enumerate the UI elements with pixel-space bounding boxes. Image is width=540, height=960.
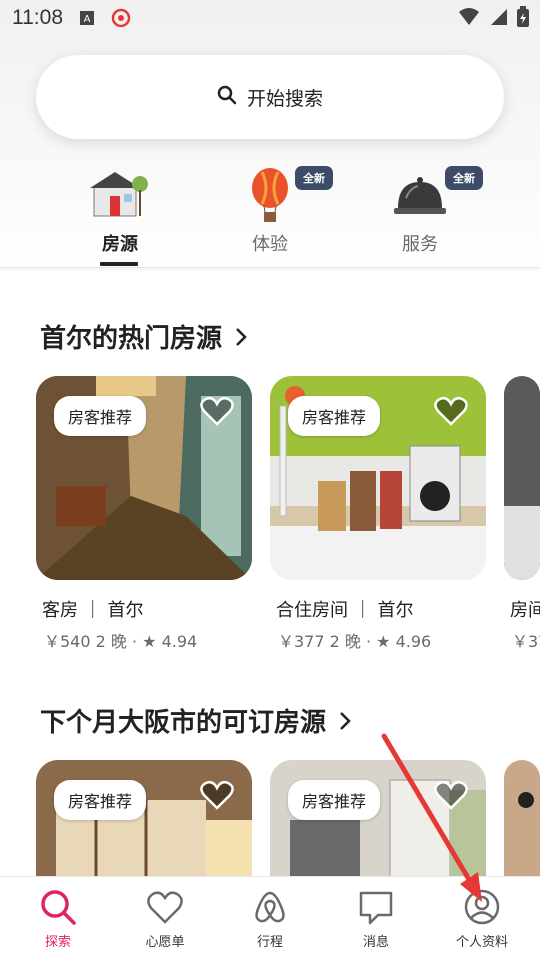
- nav-explore-label: 探索: [44, 935, 71, 950]
- search-label: 开始搜索: [246, 87, 323, 110]
- message-icon: [359, 891, 393, 925]
- listing-meta: ￥540 2 晚 · ★ 4.94: [44, 632, 198, 651]
- search-bar[interactable]: 开始搜索: [36, 55, 504, 139]
- heart-icon[interactable]: [434, 396, 468, 426]
- guest-favorite-badge: 房客推荐: [54, 396, 147, 436]
- nav-messages-label: 消息: [362, 935, 389, 950]
- section-title-osaka[interactable]: 下个月大阪市的可订房源: [40, 702, 352, 739]
- heart-icon: [147, 891, 183, 924]
- notification-a-icon: A: [79, 10, 95, 26]
- listing-photo[interactable]: 房客推荐: [36, 376, 252, 580]
- notification-app-icon: [111, 8, 131, 28]
- service-bell-icon: [394, 177, 446, 214]
- listing-title: 合住房间 ｜ 首尔: [276, 600, 414, 621]
- listing-meta: ￥377 2 晚 · ★ 4.96: [278, 632, 432, 651]
- listing-title: 房间: [510, 600, 540, 621]
- house-icon: [90, 172, 148, 217]
- profile-icon: [464, 889, 500, 925]
- section-title-seoul[interactable]: 首尔的热门房源: [40, 318, 248, 355]
- wifi-icon: [458, 7, 480, 32]
- heart-icon[interactable]: [200, 780, 234, 810]
- battery-icon: [516, 6, 530, 33]
- airbnb-icon: [255, 891, 285, 923]
- guest-favorite-badge: 房客推荐: [288, 780, 381, 820]
- active-tab-indicator: [100, 262, 138, 266]
- nav-wishlist[interactable]: 心愿单: [115, 887, 215, 950]
- signal-icon: [488, 7, 508, 32]
- status-time: 11:08: [12, 6, 63, 29]
- tab-experiences-label: 体验: [252, 234, 288, 255]
- listing-meta: ￥37: [512, 632, 540, 651]
- tab-services-label: 服务: [402, 234, 438, 255]
- nav-profile-label: 个人资料: [455, 935, 508, 950]
- search-icon: [217, 85, 237, 110]
- heart-icon[interactable]: [434, 780, 468, 810]
- chevron-right-icon: [340, 711, 351, 730]
- nav-wishlist-label: 心愿单: [145, 935, 185, 950]
- guest-favorite-badge: 房客推荐: [288, 396, 381, 436]
- nav-profile[interactable]: 个人资料: [432, 887, 532, 950]
- new-badge: 全新: [445, 166, 483, 190]
- nav-explore[interactable]: 探索: [8, 887, 108, 950]
- listing-photo[interactable]: [504, 376, 540, 580]
- chevron-right-icon: [236, 327, 247, 346]
- nav-trips-label: 行程: [256, 935, 283, 950]
- tab-homes-label: 房源: [102, 234, 138, 255]
- nav-trips[interactable]: 行程: [220, 887, 320, 950]
- hot-air-balloon-icon: [252, 168, 288, 222]
- listing-title: 客房 ｜ 首尔: [42, 600, 144, 621]
- svg-text:A: A: [84, 14, 91, 25]
- search-icon: [41, 890, 76, 925]
- heart-icon[interactable]: [200, 396, 234, 426]
- status-bar: 11:08 A: [0, 0, 540, 36]
- nav-messages[interactable]: 消息: [326, 887, 426, 950]
- guest-favorite-badge: 房客推荐: [54, 780, 147, 820]
- listing-photo[interactable]: 房客推荐: [270, 376, 486, 580]
- new-badge: 全新: [295, 166, 333, 190]
- bottom-navigation: 探索 心愿单 行程 消息 个人资料: [0, 876, 540, 960]
